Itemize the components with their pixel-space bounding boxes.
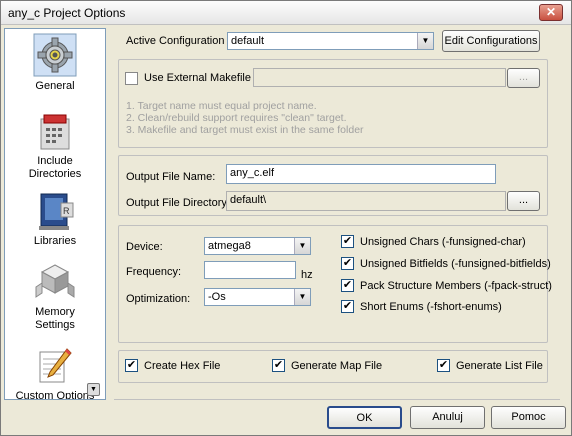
makefile-note: 2. Clean/rebuild support requires "clean… — [126, 112, 347, 124]
optimization-value: -Os — [208, 291, 226, 303]
frequency-unit: hz — [301, 269, 313, 281]
unsigned-bitfields-checkbox[interactable]: ✔ — [341, 257, 354, 270]
generate-list-file-label: Generate List File — [456, 360, 543, 372]
footer-divider — [114, 399, 560, 400]
chevron-down-icon: ▼ — [417, 33, 433, 49]
unsigned-chars-label: Unsigned Chars (-funsigned-char) — [360, 236, 526, 248]
help-button[interactable]: Pomoc — [491, 406, 566, 429]
device-value: atmega8 — [208, 240, 251, 252]
sidebar-item-label: Settings — [35, 319, 75, 331]
sidebar-item-label: General — [35, 80, 75, 92]
output-file-name-field[interactable]: any_c.elf — [226, 164, 496, 184]
cancel-button[interactable]: Anuluj — [410, 406, 485, 429]
sidebar-item-label: Memory — [35, 306, 75, 318]
sidebar-item-libraries[interactable]: R Libraries — [5, 191, 105, 248]
sidebar-item-label: Directories — [28, 168, 82, 180]
makefile-note: 3. Makefile and target must exist in the… — [126, 124, 364, 136]
sidebar-item-general[interactable]: General — [5, 33, 105, 93]
frequency-field[interactable] — [204, 261, 296, 279]
generate-map-file-label: Generate Map File — [291, 360, 383, 372]
sidebar-scroll-down-button[interactable]: ▼ — [87, 383, 100, 396]
pack-structure-members-checkbox[interactable]: ✔ — [341, 279, 354, 292]
output-file-directory-field[interactable]: default\ — [226, 191, 506, 211]
short-enums-label: Short Enums (-fshort-enums) — [360, 301, 502, 313]
output-file-name-label: Output File Name: — [126, 171, 216, 183]
output-directory-browse-button[interactable]: ... — [507, 191, 540, 211]
makefile-note: 1. Target name must equal project name. — [126, 100, 317, 112]
chevron-down-icon: ▼ — [294, 289, 310, 305]
edit-configurations-button[interactable]: Edit Configurations — [442, 30, 540, 52]
library-books-icon: R — [39, 193, 74, 230]
gear-icon — [33, 33, 77, 77]
sidebar-item-memory-settings[interactable]: Memory Settings — [5, 263, 105, 332]
use-external-makefile-checkbox[interactable] — [125, 72, 138, 85]
short-enums-checkbox[interactable]: ✔ — [341, 300, 354, 313]
sidebar-item-label: Libraries — [33, 235, 77, 247]
output-file-directory-label: Output File Directory: — [126, 197, 230, 209]
close-button[interactable]: ✕ — [539, 4, 563, 21]
title-bar: any_c Project Options ✕ — [1, 1, 571, 25]
memory-blocks-icon — [35, 264, 75, 298]
generate-map-file-checkbox[interactable]: ✔ — [272, 359, 285, 372]
active-configuration-value: default — [231, 35, 265, 47]
create-hex-file-label: Create Hex File — [144, 360, 221, 372]
options-sidebar: General Include Directories R Libraries — [4, 28, 106, 400]
pencil-paper-icon — [39, 348, 72, 383]
unsigned-chars-checkbox[interactable]: ✔ — [341, 235, 354, 248]
frequency-label: Frequency: — [126, 266, 182, 278]
sidebar-item-include-directories[interactable]: Include Directories — [5, 113, 105, 181]
project-options-dialog: any_c Project Options ✕ General Include … — [0, 0, 572, 436]
use-external-makefile-label: Use External Makefile — [144, 72, 251, 84]
generate-list-file-checkbox[interactable]: ✔ — [437, 359, 450, 372]
svg-text:R: R — [63, 206, 70, 216]
active-configuration-select[interactable]: default ▼ — [227, 32, 434, 50]
optimization-select[interactable]: -Os ▼ — [204, 288, 311, 306]
folder-document-icon — [40, 114, 70, 150]
active-configuration-label: Active Configuration — [126, 35, 225, 47]
sidebar-item-label: Include — [37, 155, 73, 167]
makefile-browse-button[interactable]: ... — [507, 68, 540, 88]
unsigned-bitfields-label: Unsigned Bitfields (-funsigned-bitfields… — [360, 258, 551, 270]
optimization-label: Optimization: — [126, 293, 191, 305]
ok-button[interactable]: OK — [327, 406, 402, 429]
pack-structure-members-label: Pack Structure Members (-fpack-struct) — [360, 280, 552, 292]
create-hex-file-checkbox[interactable]: ✔ — [125, 359, 138, 372]
window-title: any_c Project Options — [8, 6, 126, 20]
device-label: Device: — [126, 241, 163, 253]
chevron-down-icon: ▼ — [294, 238, 310, 254]
device-select[interactable]: atmega8 ▼ — [204, 237, 311, 255]
makefile-path-field[interactable] — [253, 68, 506, 87]
